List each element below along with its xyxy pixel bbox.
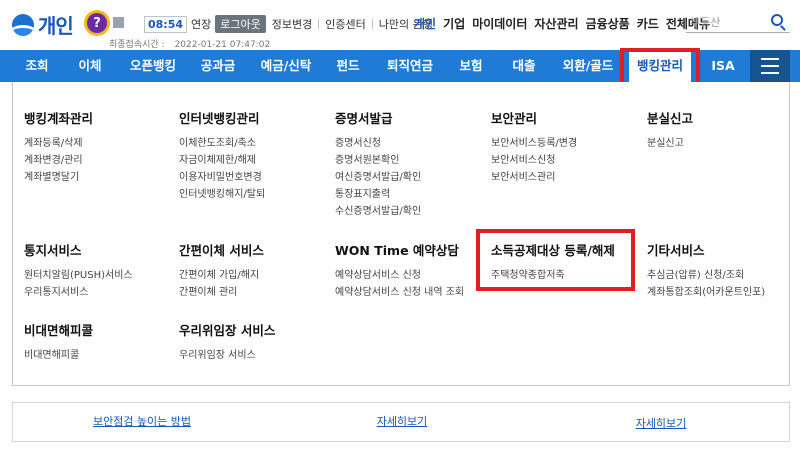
details-link[interactable]: 자세히보기 bbox=[377, 413, 428, 429]
menu-link[interactable]: 예약상담서비스 신청 bbox=[335, 267, 464, 284]
section-title[interactable]: 뱅킹계좌관리 bbox=[24, 108, 93, 127]
top-menu-products[interactable]: 금융상품 bbox=[586, 15, 630, 32]
menu-section: 비대면해피콜 비대면해피콜 bbox=[24, 320, 93, 364]
session-bar: 08:54 연장 로그아웃 정보변경 인증센터 나만의 은행 bbox=[144, 15, 433, 33]
security-tips-link[interactable]: 보안점검 높이는 방법 bbox=[93, 413, 191, 429]
bottom-links-strip: 보안점검 높이는 방법 자세히보기 자세히보기 bbox=[12, 402, 790, 442]
menu-link[interactable]: 계좌별명달기 bbox=[24, 169, 93, 186]
logo-icon bbox=[12, 13, 34, 36]
menu-link[interactable]: 이용자비밀번호변경 bbox=[179, 169, 265, 186]
top-menu-corporate[interactable]: 기업 bbox=[443, 15, 465, 32]
menu-section: 간편이체 서비스 간편이체 가입/해지 간편이체 관리 bbox=[179, 240, 264, 301]
menu-link[interactable]: 보안서비스관리 bbox=[491, 169, 577, 186]
menu-link[interactable]: 분실신고 bbox=[647, 135, 693, 152]
menu-section: 분실신고 분실신고 bbox=[647, 108, 693, 152]
menu-link[interactable]: 원터치알림(PUSH)서비스 bbox=[24, 267, 133, 284]
section-title[interactable]: 우리위임장 서비스 bbox=[179, 320, 275, 339]
logo-text: 개인 bbox=[38, 14, 74, 38]
top-menu-asset[interactable]: 자산관리 bbox=[534, 15, 578, 32]
menu-section: 보안관리 보안서비스등록/변경 보안서비스신청 보안서비스관리 bbox=[491, 108, 577, 186]
bank-logo[interactable]: 개인 bbox=[12, 10, 74, 39]
top-menu-mydata[interactable]: 마이데이터 bbox=[472, 15, 527, 32]
menu-link[interactable]: 비대면해피콜 bbox=[24, 347, 93, 364]
menu-section: WON Time 예약상담 예약상담서비스 신청 예약상담서비스 신청 내역 조… bbox=[335, 240, 464, 301]
nav-item-fx-gold[interactable]: 외환/골드 bbox=[563, 50, 614, 82]
nav-item-transfer[interactable]: 이체 bbox=[78, 50, 101, 82]
menu-link[interactable]: 수신증명서발급/확인 bbox=[335, 203, 421, 220]
section-title[interactable]: 비대면해피콜 bbox=[24, 320, 93, 339]
nav-item-fund[interactable]: 펀드 bbox=[336, 50, 359, 82]
divider bbox=[318, 19, 320, 29]
extend-session-button[interactable]: 연장 bbox=[191, 16, 211, 32]
top-menu: 개인 기업 마이데이터 자산관리 금융상품 카드 전체메뉴 bbox=[414, 15, 717, 32]
nav-item-isa[interactable]: ISA bbox=[711, 50, 734, 82]
menu-link[interactable]: 계좌통합조회(어카운트인포) bbox=[647, 284, 765, 301]
nav-item-loan[interactable]: 대출 bbox=[512, 50, 535, 82]
section-title[interactable]: WON Time 예약상담 bbox=[335, 240, 464, 259]
menu-section: 뱅킹계좌관리 계좌등록/삭제 계좌변경/관리 계좌별명달기 bbox=[24, 108, 93, 186]
highlight-frame-section bbox=[476, 229, 635, 291]
menu-link[interactable]: 간편이체 가입/해지 bbox=[179, 267, 264, 284]
menu-section: 기타서비스 추심금(압류) 신청/조회 계좌통합조회(어카운트인포) bbox=[647, 240, 765, 301]
logout-button[interactable]: 로그아웃 bbox=[215, 15, 266, 33]
last-login-value: 2022-01-21 07:47:02 bbox=[174, 40, 271, 50]
menu-link[interactable]: 추심금(압류) 신청/조회 bbox=[647, 267, 765, 284]
menu-link[interactable]: 계좌변경/관리 bbox=[24, 152, 93, 169]
section-title[interactable]: 인터넷뱅킹관리 bbox=[179, 108, 265, 127]
last-login-info: 최종접속시간 : 2022-01-21 07:47:02 bbox=[109, 37, 270, 50]
section-title[interactable]: 간편이체 서비스 bbox=[179, 240, 264, 259]
menu-link[interactable]: 보안서비스등록/변경 bbox=[491, 135, 577, 152]
nav-item-insurance[interactable]: 보험 bbox=[459, 50, 482, 82]
menu-link[interactable]: 간편이체 관리 bbox=[179, 284, 264, 301]
menu-link[interactable]: 인터넷뱅킹해지/탈퇴 bbox=[179, 186, 265, 203]
hamburger-icon[interactable] bbox=[750, 50, 790, 82]
mega-menu-panel: 뱅킹계좌관리 계좌등록/삭제 계좌변경/관리 계좌별명달기 인터넷뱅킹관리 이체… bbox=[12, 82, 790, 386]
menu-link[interactable]: 예약상담서비스 신청 내역 조회 bbox=[335, 284, 464, 301]
top-menu-card[interactable]: 카드 bbox=[637, 15, 659, 32]
section-title[interactable]: 기타서비스 bbox=[647, 240, 765, 259]
menu-link[interactable]: 통장표지출력 bbox=[335, 186, 421, 203]
nav-item-inquiry[interactable]: 조회 bbox=[25, 50, 48, 82]
menu-link[interactable]: 계좌등록/삭제 bbox=[24, 135, 93, 152]
help-glyph: ? bbox=[87, 13, 107, 33]
menu-section: 증명서발급 증명서신청 증명서원본확인 여신증명서발급/확인 통장표지출력 수신… bbox=[335, 108, 421, 220]
section-title[interactable]: 보안관리 bbox=[491, 108, 577, 127]
menu-section: 우리위임장 서비스 우리위임장 서비스 bbox=[179, 320, 275, 364]
section-title[interactable]: 증명서발급 bbox=[335, 108, 421, 127]
menu-section: 인터넷뱅킹관리 이체한도조회/축소 자금이체제한/해제 이용자비밀번호변경 인터… bbox=[179, 108, 265, 203]
search-icon[interactable] bbox=[771, 14, 783, 26]
menu-link[interactable]: 보안서비스신청 bbox=[491, 152, 577, 169]
help-icon[interactable]: ? bbox=[84, 10, 110, 36]
section-title[interactable]: 분실신고 bbox=[647, 108, 693, 127]
nav-item-deposit[interactable]: 예금/신탁 bbox=[261, 50, 312, 82]
details-link[interactable]: 자세히보기 bbox=[636, 415, 687, 431]
menu-link[interactable]: 증명서신청 bbox=[335, 135, 421, 152]
divider bbox=[371, 19, 373, 29]
menu-link[interactable]: 증명서원본확인 bbox=[335, 152, 421, 169]
menu-link[interactable]: 우리위임장 서비스 bbox=[179, 347, 275, 364]
top-menu-personal[interactable]: 개인 bbox=[414, 15, 436, 32]
section-title[interactable]: 통지서비스 bbox=[24, 240, 133, 259]
last-login-label: 최종접속시간 : bbox=[109, 40, 165, 50]
top-header: 개인 ? 08:54 연장 로그아웃 정보변경 인증센터 나만의 은행 최종접속… bbox=[0, 0, 800, 50]
nav-item-utility[interactable]: 공과금 bbox=[201, 50, 236, 82]
session-timer: 08:54 bbox=[144, 15, 188, 33]
square-icon bbox=[113, 17, 124, 28]
profile-edit-link[interactable]: 정보변경 bbox=[272, 16, 312, 32]
nav-item-openbanking[interactable]: 오픈뱅킹 bbox=[130, 50, 176, 82]
menu-link[interactable]: 우리통지서비스 bbox=[24, 284, 133, 301]
menu-link[interactable]: 자금이체제한/해제 bbox=[179, 152, 265, 169]
menu-link[interactable]: 여신증명서발급/확인 bbox=[335, 169, 421, 186]
menu-link[interactable]: 이체한도조회/축소 bbox=[179, 135, 265, 152]
menu-section: 통지서비스 원터치알림(PUSH)서비스 우리통지서비스 bbox=[24, 240, 133, 301]
nav-item-pension[interactable]: 퇴직연금 bbox=[387, 50, 433, 82]
auth-center-link[interactable]: 인증센터 bbox=[325, 16, 365, 32]
